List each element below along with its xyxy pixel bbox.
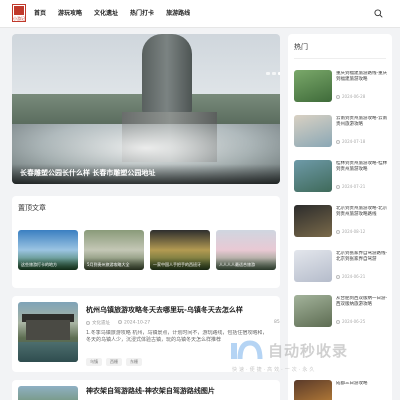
- divider: [294, 58, 386, 59]
- logo-text: 小游记: [13, 16, 25, 21]
- article-thumbnail[interactable]: [18, 302, 78, 362]
- clock-icon: [336, 139, 340, 144]
- sidebar-item-date-text: 2024-07-21: [342, 184, 366, 189]
- nav-item-home[interactable]: 首页: [28, 0, 52, 28]
- tag[interactable]: 东栅: [126, 358, 142, 366]
- sidebar-title: 热门: [294, 43, 308, 51]
- article-meta: 文化遗址 2024-10-27: [86, 320, 150, 326]
- carousel-dot[interactable]: [272, 72, 276, 75]
- sidebar-item[interactable]: 成都三日游攻略: [294, 380, 388, 400]
- article-view-count: 85: [274, 320, 280, 325]
- tag[interactable]: 西栅: [106, 358, 122, 366]
- featured-card-label: 一家中国人手把手的西班牙: [150, 258, 210, 270]
- article-thumbnail[interactable]: [18, 386, 78, 400]
- sidebar-item[interactable]: 云南到贵州旅游攻略-云南贵州旅游攻略 2024-07-18: [294, 115, 388, 149]
- article-date-text: 2024-10-27: [124, 320, 151, 326]
- carousel-dot-active[interactable]: [278, 72, 280, 75]
- sidebar-item[interactable]: 北京到张家界自驾游路线-北京到张家界自驾游 2024-06-21: [294, 250, 388, 284]
- article-date: 2024-10-27: [118, 320, 150, 326]
- article-author-text: 文化遗址: [92, 321, 110, 326]
- thumb-water: [18, 342, 78, 362]
- main-nav: 首页 游玩攻略 文化遗址 热门打卡 旅游路线: [28, 0, 196, 28]
- carousel-dots: [266, 72, 280, 75]
- sidebar-item-title[interactable]: 北京到张家界自驾游路线-北京到张家界自驾游: [336, 251, 390, 263]
- featured-card[interactable]: 这些旅游打卡的地方: [18, 230, 78, 270]
- sidebar-item-date: 2024-06-21: [336, 274, 365, 279]
- article-title[interactable]: 杭州乌镇旅游攻略冬天去哪里玩-乌镇冬天去怎么样: [86, 305, 243, 315]
- featured-title: 置顶文章: [18, 204, 46, 212]
- featured-card[interactable]: 5月到贵州旅游攻略大全: [84, 230, 144, 270]
- folder-icon: [86, 320, 90, 325]
- watermark-subtext: 快速·便捷·高效·一次·永久: [232, 367, 317, 373]
- featured-card[interactable]: 人人人人最适合旅游: [216, 230, 276, 270]
- sidebar-item-thumbnail[interactable]: [294, 250, 332, 282]
- clock-icon: [336, 184, 340, 189]
- article-author[interactable]: 文化遗址: [86, 320, 110, 326]
- watermark-text: 自动秒收录: [268, 342, 349, 360]
- watermark-logo-icon: [231, 340, 263, 360]
- article-item[interactable]: 神农架自驾游路线-神农架自驾游路线图片: [12, 380, 280, 400]
- sidebar-item-thumbnail[interactable]: [294, 70, 332, 102]
- featured-card[interactable]: 一家中国人手把手的西班牙: [150, 230, 210, 270]
- article-tags: 乌镇 西栅 东栅: [86, 358, 142, 366]
- sidebar-item-title[interactable]: 桂林到贵州旅游攻略-桂林到贵州旅游攻略: [336, 161, 390, 173]
- watermark: 自动秒收录 快速·便捷·高效·一次·永久: [230, 338, 390, 382]
- sidebar-item-date: 2024-07-18: [336, 139, 365, 144]
- sidebar-item[interactable]: 从合肥到西双版纳一日游-西双版纳旅游攻略 2024-06-25: [294, 295, 388, 329]
- article-title[interactable]: 神农架自驾游路线-神农架自驾游路线图片: [86, 386, 215, 396]
- sidebar-item[interactable]: 桂林到贵州旅游攻略-桂林到贵州旅游攻略 2024-07-21: [294, 160, 388, 194]
- sidebar-item-title[interactable]: 北京到贵州旅游攻略-北京到贵州旅游攻略路线: [336, 206, 390, 218]
- logo-mark: [14, 6, 24, 15]
- carousel-dot[interactable]: [266, 72, 270, 75]
- site-header: 小游记 首页 游玩攻略 文化遗址 热门打卡 旅游路线: [0, 0, 400, 28]
- sidebar-item-thumbnail[interactable]: [294, 205, 332, 237]
- sidebar-item-date-text: 2024-06-28: [342, 94, 366, 99]
- sidebar-item-date-text: 2024-07-18: [342, 139, 366, 144]
- hero-statue: [142, 34, 192, 114]
- clock-icon: [336, 274, 340, 279]
- sidebar-item-title[interactable]: 成都三日游攻略: [336, 381, 390, 393]
- clock-icon: [336, 319, 340, 324]
- sidebar-item-date: 2024-07-21: [336, 184, 365, 189]
- featured-card-label: 这些旅游打卡的地方: [18, 258, 78, 270]
- sidebar-item-date-text: 2024-06-21: [342, 274, 366, 279]
- sidebar-item-thumbnail[interactable]: [294, 160, 332, 192]
- sidebar-item-thumbnail[interactable]: [294, 295, 332, 327]
- sidebar-item[interactable]: 重庆到福建旅游路线-重庆到福建旅游攻略 2024-06-28: [294, 70, 388, 104]
- sidebar-item-title[interactable]: 云南到贵州旅游攻略-云南贵州旅游攻略: [336, 116, 390, 128]
- sidebar-item-title[interactable]: 重庆到福建旅游路线-重庆到福建旅游攻略: [336, 71, 390, 83]
- site-logo[interactable]: 小游记: [12, 4, 26, 22]
- sidebar-item-thumbnail[interactable]: [294, 115, 332, 147]
- nav-item-routes[interactable]: 旅游路线: [160, 0, 196, 28]
- clock-icon: [336, 94, 340, 99]
- sidebar-item-thumbnail[interactable]: [294, 380, 332, 400]
- sidebar-item-date-text: 2024-06-25: [342, 319, 366, 324]
- featured-card-label: 5月到贵州旅游攻略大全: [84, 258, 144, 270]
- sidebar-item-date: 2024-06-28: [336, 94, 365, 99]
- sidebar-item[interactable]: 北京到贵州旅游攻略-北京到贵州旅游攻略路线 2024-08-12: [294, 205, 388, 239]
- thumb-house: [26, 320, 70, 340]
- sidebar-item-date-text: 2024-08-12: [342, 229, 366, 234]
- sidebar-item-date: 2024-08-12: [336, 229, 365, 234]
- clock-icon: [336, 229, 340, 234]
- search-icon[interactable]: [374, 9, 383, 18]
- nav-item-hotspots[interactable]: 热门打卡: [124, 0, 160, 28]
- clock-icon: [118, 320, 122, 324]
- featured-section: 置顶文章 这些旅游打卡的地方 5月到贵州旅游攻略大全 一家中国人手把手的西班牙 …: [12, 196, 280, 288]
- sidebar-item-date: 2024-06-25: [336, 319, 365, 324]
- nav-item-guides[interactable]: 游玩攻略: [52, 0, 88, 28]
- featured-card-label: 人人人人最适合旅游: [216, 258, 276, 270]
- tag[interactable]: 乌镇: [86, 358, 102, 366]
- hero-banner[interactable]: 长春雕塑公园长什么样 长春市雕塑公园地址: [12, 34, 280, 184]
- sidebar-item-title[interactable]: 从合肥到西双版纳一日游-西双版纳旅游攻略: [336, 296, 390, 308]
- hero-title[interactable]: 长春雕塑公园长什么样 长春市雕塑公园地址: [20, 168, 155, 178]
- nav-item-heritage[interactable]: 文化遗址: [88, 0, 124, 28]
